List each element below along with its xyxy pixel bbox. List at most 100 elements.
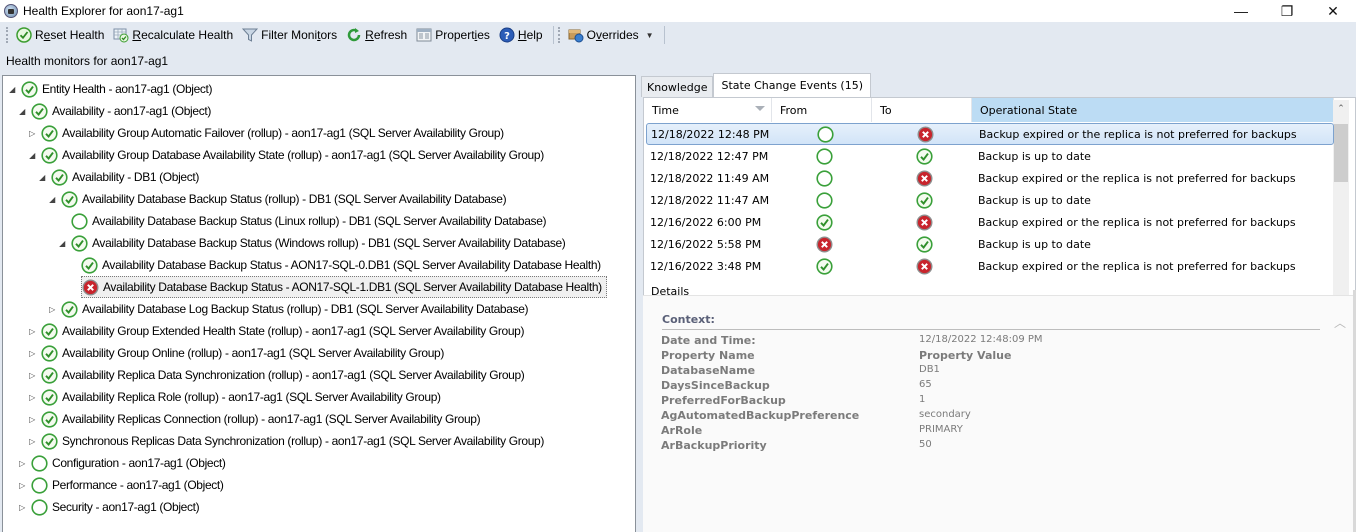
tree-node[interactable]: ◢ Entity Health - aon17-ag1 (Object) (7, 78, 213, 100)
healthy-state-icon (41, 146, 58, 164)
tree-node[interactable]: ▷ Availability Replica Data Synchronizati… (27, 364, 525, 386)
property-value-header: Property Value (919, 349, 1012, 362)
unmonitored-state-icon (31, 498, 48, 516)
tree-node[interactable]: ▷ Configuration - aon17-ag1 (Object) (17, 452, 226, 474)
tree-node[interactable]: ◢ Availability Group Database Availabilit… (27, 144, 544, 166)
scroll-up-icon[interactable]: ⌃ (1333, 100, 1349, 116)
filter-monitors-label: Filter Monitors (261, 28, 338, 42)
healthy-state-icon (41, 322, 58, 340)
healthy-state-icon (81, 256, 98, 274)
tree-node-label: Availability Database Backup Status - AO… (103, 280, 602, 294)
tree-collapsed-icon[interactable]: ▷ (27, 129, 37, 138)
tree-collapsed-icon[interactable]: ▷ (17, 503, 27, 512)
healthy-state-icon (21, 80, 38, 98)
minimize-icon: — (1234, 3, 1248, 19)
tree-collapsed-icon[interactable]: ▷ (27, 415, 37, 424)
tree-node[interactable]: ▷ Availability Replicas Connection (rollu… (27, 408, 481, 430)
property-value: secondary (919, 409, 971, 420)
event-row[interactable]: 12/16/2022 5:58 PM Backup is up to date (646, 233, 1334, 255)
tree-collapsed-icon[interactable]: ▷ (27, 371, 37, 380)
property-row: DatabaseName DB1 (661, 364, 940, 379)
property-name: ArRole (661, 424, 703, 437)
tree-collapsed-icon[interactable]: ▷ (17, 459, 27, 468)
tree-node[interactable]: Availability Database Backup Status (Lin… (71, 210, 547, 232)
tree-node-label: Performance - aon17-ag1 (Object) (52, 478, 224, 492)
tree-node[interactable]: ◢ Availability - DB1 (Object) (37, 166, 199, 188)
event-row[interactable]: 12/16/2022 3:48 PM Backup expired or the … (646, 255, 1334, 277)
tab-knowledge[interactable]: Knowledge (641, 76, 714, 97)
tree-node[interactable]: ▷ Availability Group Extended Health Stat… (27, 320, 525, 342)
filter-monitors-button[interactable]: Filter Monitors (239, 24, 340, 46)
tree-collapsed-icon[interactable]: ▷ (27, 393, 37, 402)
property-header-row: Property Name Property Value (661, 349, 1011, 364)
event-row[interactable]: 12/16/2022 6:00 PM Backup expired or the … (646, 211, 1334, 233)
recalculate-health-button[interactable]: Recalculate Health (110, 24, 236, 46)
close-button[interactable]: ✕ (1310, 0, 1356, 22)
tree-node[interactable]: ◢ Availability Database Backup Status (Wi… (57, 232, 566, 254)
property-name: DaysSinceBackup (661, 379, 770, 392)
tree-expanded-icon[interactable]: ◢ (47, 195, 57, 204)
event-row[interactable]: 12/18/2022 11:47 AM Backup is up to date (646, 189, 1334, 211)
tree-node[interactable]: ▷ Availability Group Automatic Failover (… (27, 122, 504, 144)
scrollbar-thumb[interactable] (1334, 124, 1348, 182)
event-row[interactable]: 12/18/2022 12:48 PM Backup expired or the… (646, 123, 1334, 145)
tree-expanded-icon[interactable]: ◢ (17, 107, 27, 116)
toolbar-grip[interactable] (6, 27, 9, 43)
tree-node[interactable]: ▷ Synchronous Replicas Data Synchronizati… (27, 430, 544, 452)
healthy-state-icon (874, 145, 974, 167)
unmonitored-state-icon (774, 145, 874, 167)
refresh-button[interactable]: Refresh (343, 24, 410, 46)
tree-node[interactable]: ▷ Performance - aon17-ag1 (Object) (17, 474, 224, 496)
column-header-operational-state[interactable]: Operational State (972, 98, 1334, 122)
help-button[interactable]: ? Help (496, 24, 546, 46)
context-divider (662, 329, 1320, 330)
toolbar-grip[interactable] (557, 27, 561, 43)
tree-node-label: Availability - aon17-ag1 (Object) (52, 104, 211, 118)
critical-state-icon (874, 211, 974, 233)
collapse-chevron-up-icon[interactable]: ︿ (1334, 314, 1346, 331)
critical-state-icon (874, 255, 974, 277)
minimize-button[interactable]: — (1218, 0, 1264, 22)
tree-node-label: Availability - DB1 (Object) (72, 170, 200, 184)
tree-collapsed-icon[interactable]: ▷ (27, 349, 37, 358)
tree-expanded-icon[interactable]: ◢ (7, 85, 17, 94)
tab-label: State Change Events (15) (721, 79, 864, 92)
healthy-state-icon (41, 410, 58, 428)
tree-node[interactable]: ▷ Availability Replica Role (rollup) - ao… (27, 386, 441, 408)
healthy-state-icon (41, 388, 58, 406)
event-row[interactable]: 12/18/2022 12:47 PM Backup is up to date (646, 145, 1334, 167)
help-icon: ? (499, 27, 515, 43)
tab-state-change-events[interactable]: State Change Events (15) (713, 73, 872, 97)
column-header-from[interactable]: From (772, 98, 872, 122)
tree-collapsed-icon[interactable]: ▷ (27, 437, 37, 446)
tree-node[interactable]: ◢ Availability Database Backup Status (ro… (47, 188, 507, 210)
tree-expanded-icon[interactable]: ◢ (37, 173, 47, 182)
column-header-to[interactable]: To (872, 98, 972, 122)
tree-expanded-icon[interactable]: ◢ (57, 239, 67, 248)
tree-node-label: Security - aon17-ag1 (Object) (52, 500, 200, 514)
tree-node[interactable]: ▷ Availability Database Log Backup Status… (47, 298, 529, 320)
properties-icon (416, 27, 432, 43)
healthy-state-icon (41, 366, 58, 384)
window-title: Health Explorer for aon17-ag1 (23, 4, 184, 18)
column-header-time[interactable]: Time (644, 98, 772, 122)
tree-node[interactable]: ◢ Availability - aon17-ag1 (Object) (17, 100, 211, 122)
event-row[interactable]: 12/18/2022 11:49 AM Backup expired or the… (646, 167, 1334, 189)
tree-collapsed-icon[interactable]: ▷ (27, 327, 37, 336)
overrides-dropdown[interactable]: Overrides ▼ (565, 24, 657, 46)
tree-node[interactable]: ▷ Security - aon17-ag1 (Object) (17, 496, 200, 518)
restore-button[interactable]: ❐ (1264, 0, 1310, 22)
tree-collapsed-icon[interactable]: ▷ (17, 481, 27, 490)
healthy-state-icon (51, 168, 68, 186)
tree-collapsed-icon[interactable]: ▷ (47, 305, 57, 314)
tree-node[interactable]: Availability Database Backup Status - AO… (81, 254, 601, 276)
property-row: ArBackupPriority 50 (661, 439, 932, 454)
tree-node[interactable]: ▷ Availability Group Online (rollup) - ao… (27, 342, 444, 364)
tree-expanded-icon[interactable]: ◢ (27, 151, 37, 160)
reset-health-button[interactable]: Reset Health (13, 24, 107, 46)
tree-node[interactable]: Availability Database Backup Status - AO… (81, 276, 607, 298)
properties-button[interactable]: Properties (413, 24, 493, 46)
healthy-state-icon (774, 211, 874, 233)
health-monitor-tree[interactable]: ◢ Entity Health - aon17-ag1 (Object) ◢ Avai… (2, 75, 636, 532)
critical-state-icon (875, 123, 975, 145)
